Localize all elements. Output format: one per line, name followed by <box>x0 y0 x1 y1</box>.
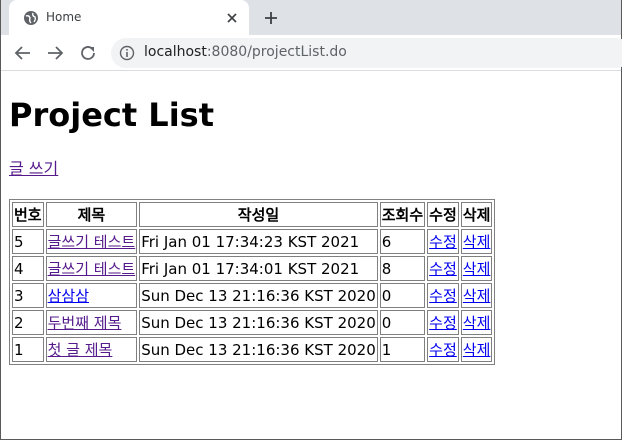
header-views: 조회수 <box>379 202 426 227</box>
row-date: Sun Dec 13 21:16:36 KST 2020 <box>139 337 378 362</box>
project-table: 번호 제목 작성일 조회수 수정 삭제 5 글쓰기 테스트 Fri Jan 01… <box>9 199 496 365</box>
url-path: :8080/projectList.do <box>206 44 347 60</box>
table-row: 2 두번째 제목 Sun Dec 13 21:16:36 KST 2020 0 … <box>12 310 493 335</box>
row-number: 2 <box>12 310 44 335</box>
table-header-row: 번호 제목 작성일 조회수 수정 삭제 <box>12 202 493 227</box>
edit-link[interactable]: 수정 <box>429 314 457 332</box>
post-title-link[interactable]: 삼삼삼 <box>48 287 89 305</box>
row-date: Sun Dec 13 21:16:36 KST 2020 <box>139 283 378 308</box>
info-icon[interactable] <box>119 45 135 61</box>
delete-link[interactable]: 삭제 <box>463 314 491 332</box>
table-row: 3 삼삼삼 Sun Dec 13 21:16:36 KST 2020 0 수정 … <box>12 283 493 308</box>
post-title-link[interactable]: 글쓰기 테스트 <box>48 260 136 278</box>
tab-strip: Home <box>1 0 621 35</box>
edit-link[interactable]: 수정 <box>429 341 457 359</box>
header-edit: 수정 <box>427 202 459 227</box>
row-number: 4 <box>12 256 44 281</box>
header-title: 제목 <box>45 202 138 227</box>
browser-toolbar: localhost:8080/projectList.do <box>1 35 622 71</box>
edit-link[interactable]: 수정 <box>429 260 457 278</box>
close-icon[interactable] <box>225 11 239 25</box>
delete-link[interactable]: 삭제 <box>463 260 491 278</box>
edit-link[interactable]: 수정 <box>429 287 457 305</box>
post-title-link[interactable]: 첫 글 제목 <box>48 341 113 359</box>
header-number: 번호 <box>12 202 44 227</box>
row-views: 6 <box>379 229 426 254</box>
row-views: 0 <box>379 310 426 335</box>
row-number: 1 <box>12 337 44 362</box>
row-date: Fri Jan 01 17:34:23 KST 2021 <box>139 229 378 254</box>
header-delete: 삭제 <box>460 202 493 227</box>
url-text[interactable]: localhost:8080/projectList.do <box>144 44 347 60</box>
table-row: 5 글쓰기 테스트 Fri Jan 01 17:34:23 KST 2021 6… <box>12 229 493 254</box>
row-views: 0 <box>379 283 426 308</box>
tab-title: Home <box>46 10 82 24</box>
edit-link[interactable]: 수정 <box>429 233 457 251</box>
post-title-link[interactable]: 글쓰기 테스트 <box>48 233 136 251</box>
page-content: Project List 글 쓰기 번호 제목 작성일 조회수 수정 삭제 5 … <box>1 71 621 365</box>
arrow-right-icon[interactable] <box>46 44 64 62</box>
page-title: Project List <box>9 96 214 134</box>
address-bar[interactable]: localhost:8080/projectList.do <box>111 38 622 68</box>
table-row: 1 첫 글 제목 Sun Dec 13 21:16:36 KST 2020 1 … <box>12 337 493 362</box>
post-title-link[interactable]: 두번째 제목 <box>48 314 122 332</box>
arrow-left-icon[interactable] <box>14 44 32 62</box>
plus-icon[interactable] <box>263 10 279 26</box>
row-date: Fri Jan 01 17:34:01 KST 2021 <box>139 256 378 281</box>
url-host: localhost <box>144 44 207 60</box>
write-post-link[interactable]: 글 쓰기 <box>9 155 58 179</box>
row-views: 8 <box>379 256 426 281</box>
delete-link[interactable]: 삭제 <box>463 341 491 359</box>
delete-link[interactable]: 삭제 <box>463 233 491 251</box>
browser-tab-home[interactable]: Home <box>9 0 249 35</box>
reload-icon[interactable] <box>79 44 97 62</box>
delete-link[interactable]: 삭제 <box>463 287 491 305</box>
row-date: Sun Dec 13 21:16:36 KST 2020 <box>139 310 378 335</box>
row-number: 3 <box>12 283 44 308</box>
globe-icon <box>24 11 38 25</box>
table-row: 4 글쓰기 테스트 Fri Jan 01 17:34:01 KST 2021 8… <box>12 256 493 281</box>
row-number: 5 <box>12 229 44 254</box>
header-date: 작성일 <box>139 202 378 227</box>
row-views: 1 <box>379 337 426 362</box>
